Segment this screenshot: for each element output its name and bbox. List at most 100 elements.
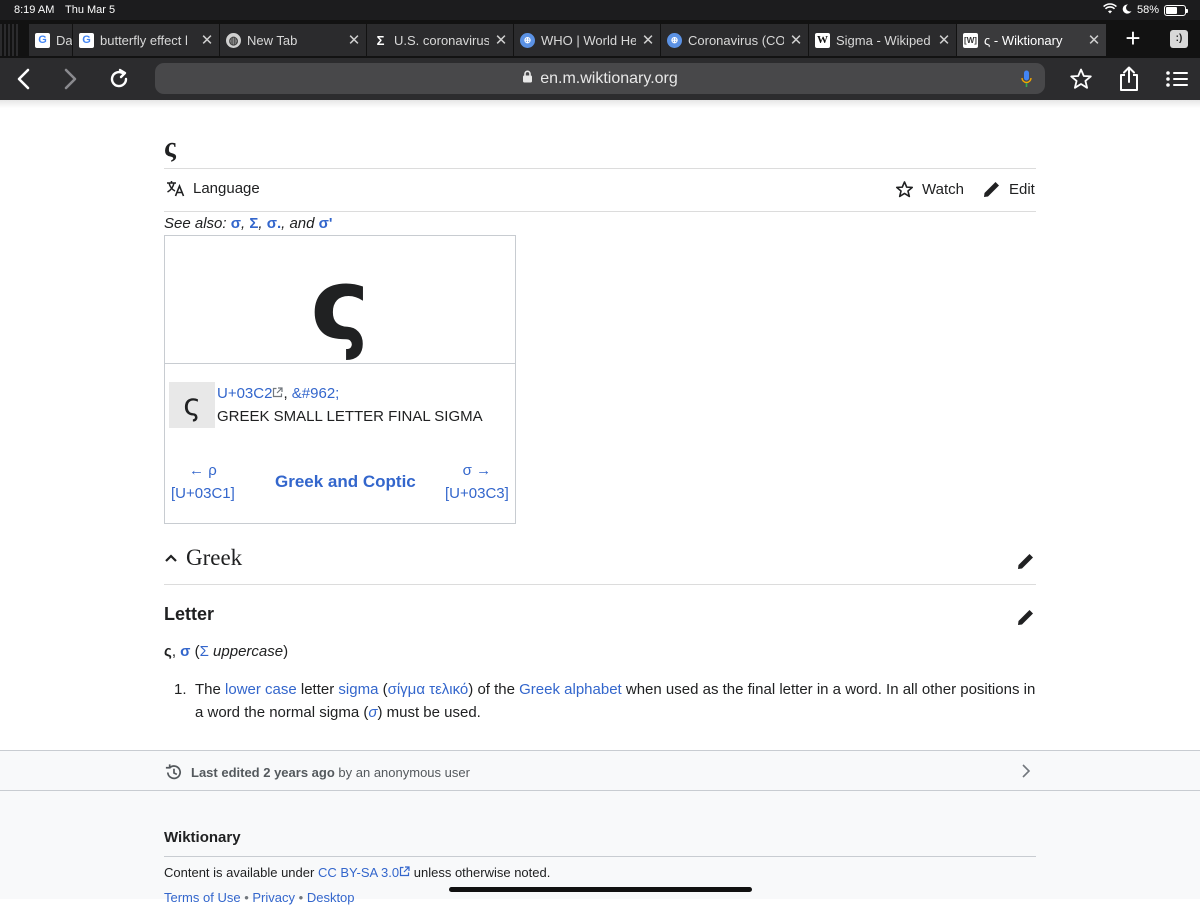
tab-google-da[interactable]: G Da (28, 24, 72, 56)
section-heading-greek[interactable]: Greek (164, 545, 242, 571)
close-tab-icon[interactable]: ✕ (932, 31, 956, 49)
tab-who[interactable]: ⊕ WHO | World He ✕ (513, 24, 660, 56)
reload-icon (110, 68, 128, 88)
last-edited-by: by an anonymous user (338, 765, 470, 780)
globe-icon: ◍ (226, 32, 241, 48)
external-link-icon (272, 385, 284, 402)
web-page: ς Language Watch Edit See also: σ, Σ, σ.… (0, 100, 1200, 905)
language-icon (167, 181, 185, 197)
battery-percent: 58% (1136, 4, 1159, 16)
close-tab-icon[interactable]: ✕ (636, 31, 660, 49)
lower-case-link[interactable]: lower case (225, 681, 297, 698)
pencil-icon (984, 182, 999, 197)
tab-bar: G Da G butterfly effect l ✕ ◍ New Tab ✕ … (0, 20, 1200, 58)
edit-section-icon[interactable] (1017, 552, 1035, 575)
last-edited-bar[interactable]: Last edited 2 years ago by an anonymous … (0, 750, 1200, 791)
share-button[interactable] (1114, 64, 1144, 94)
tab-title: New Tab (247, 32, 298, 48)
previous-character-link[interactable]: ← ρ [U+03C1] (171, 462, 235, 502)
tab-butterfly-effect[interactable]: G butterfly effect l ✕ (72, 24, 219, 56)
more-button[interactable] (1162, 64, 1192, 94)
tab-overview-button[interactable]: :) (1170, 30, 1188, 48)
next-character-link[interactable]: σ → [U+03C3] (445, 462, 509, 502)
see-also-link[interactable]: Σ (249, 215, 258, 232)
uppercase-link[interactable]: Σ (200, 643, 209, 660)
footer: Last edited 2 years ago by an anonymous … (0, 750, 1200, 905)
divider (164, 211, 1036, 212)
definition-number: 1. (174, 681, 187, 698)
terms-link[interactable]: Terms of Use (164, 890, 241, 905)
who-icon: ⊕ (667, 32, 682, 48)
watch-button[interactable]: Watch (895, 180, 964, 199)
google-icon: G (35, 32, 50, 48)
definition-item: 1. The lower case letter sigma (σίγμα τε… (174, 678, 1036, 724)
license-notice: Content is available under CC BY-SA 3.0 … (164, 865, 551, 880)
uppercase-label: uppercase (213, 643, 284, 660)
large-glyph: ς (165, 236, 515, 364)
who-icon: ⊕ (520, 32, 535, 48)
license-link[interactable]: CC BY-SA 3.0 (318, 865, 399, 880)
close-tab-icon[interactable]: ✕ (489, 31, 513, 49)
bookmark-button[interactable] (1066, 64, 1096, 94)
menu-icon (1166, 71, 1188, 87)
privacy-link[interactable]: Privacy (252, 890, 295, 905)
close-tab-icon[interactable]: ✕ (784, 31, 808, 49)
address-bar[interactable]: en.m.wiktionary.org (155, 63, 1045, 94)
subsection-heading: Letter (164, 604, 215, 624)
tab-wiktionary-active[interactable]: [W] ς - Wiktionary ✕ (956, 24, 1106, 56)
see-also-link[interactable]: σ. (267, 215, 281, 232)
codepoint-link[interactable]: U+03C2 (217, 385, 272, 402)
wikipedia-icon: W (815, 32, 830, 48)
close-tab-icon[interactable]: ✕ (342, 31, 366, 49)
greek-alphabet-link[interactable]: Greek alphabet (519, 681, 622, 698)
see-also-link[interactable]: σ' (319, 215, 333, 232)
divider (164, 168, 1036, 169)
wiktionary-icon: [W] (963, 32, 978, 48)
lock-icon (522, 70, 533, 88)
history-icon (165, 764, 181, 780)
tab-sigma-wikipedia[interactable]: W Sigma - Wikiped ✕ (808, 24, 956, 56)
star-icon (1070, 68, 1092, 89)
star-outline-icon (895, 181, 914, 198)
entity-link[interactable]: &#962; (292, 385, 340, 402)
google-icon: G (79, 32, 94, 48)
share-icon (1120, 66, 1138, 91)
forward-button[interactable] (56, 64, 86, 94)
edit-section-icon[interactable] (1017, 608, 1035, 631)
battery-icon (1164, 4, 1188, 16)
microphone-icon[interactable] (1021, 70, 1032, 93)
language-button[interactable]: Language (166, 180, 260, 197)
back-button[interactable] (8, 64, 38, 94)
character-info-box: ς ς U+03C2, &#962; GREEK SMALL LETTER FI… (164, 235, 516, 524)
tab-title: U.S. coronavirus (394, 32, 489, 48)
tab-coronavirus[interactable]: ⊕ Coronavirus (CO ✕ (660, 24, 808, 56)
see-also-and: and (289, 215, 315, 232)
see-also-link[interactable]: σ (231, 215, 241, 232)
see-also-prefix: See also: (164, 215, 227, 232)
home-indicator[interactable] (449, 887, 752, 892)
close-tab-icon[interactable]: ✕ (1082, 31, 1106, 49)
codepoint-line: U+03C2, &#962; (217, 385, 340, 402)
status-date: Thu Mar 5 (65, 4, 116, 16)
chevron-right-icon (1021, 763, 1031, 784)
section-title: Greek (186, 545, 243, 570)
footer-site-name: Wiktionary (164, 829, 241, 846)
tab-us-coronavirus[interactable]: Ʃ U.S. coronavirus ✕ (366, 24, 513, 56)
sigma-teliko-link[interactable]: σίγμα τελικό (388, 681, 469, 698)
collapsed-tabs[interactable] (0, 24, 20, 56)
unicode-block-link[interactable]: Greek and Coptic (275, 472, 416, 492)
tab-new-tab[interactable]: ◍ New Tab ✕ (219, 24, 366, 56)
edit-button[interactable]: Edit (983, 180, 1035, 198)
tab-title: Coronavirus (CO (688, 32, 784, 48)
new-tab-button[interactable]: + (1118, 24, 1148, 54)
close-tab-icon[interactable]: ✕ (195, 31, 219, 49)
alternate-form-link[interactable]: σ (180, 643, 190, 660)
character-name: GREEK SMALL LETTER FINAL SIGMA (217, 408, 483, 425)
sigma-link[interactable]: sigma (338, 681, 378, 698)
see-also: See also: σ, Σ, σ., and σ' (164, 215, 333, 232)
sigma-icon: Ʃ (376, 32, 385, 48)
language-label: Language (193, 180, 260, 197)
reload-button[interactable] (104, 64, 134, 94)
page-title: ς (164, 132, 176, 163)
desktop-link[interactable]: Desktop (307, 890, 355, 905)
